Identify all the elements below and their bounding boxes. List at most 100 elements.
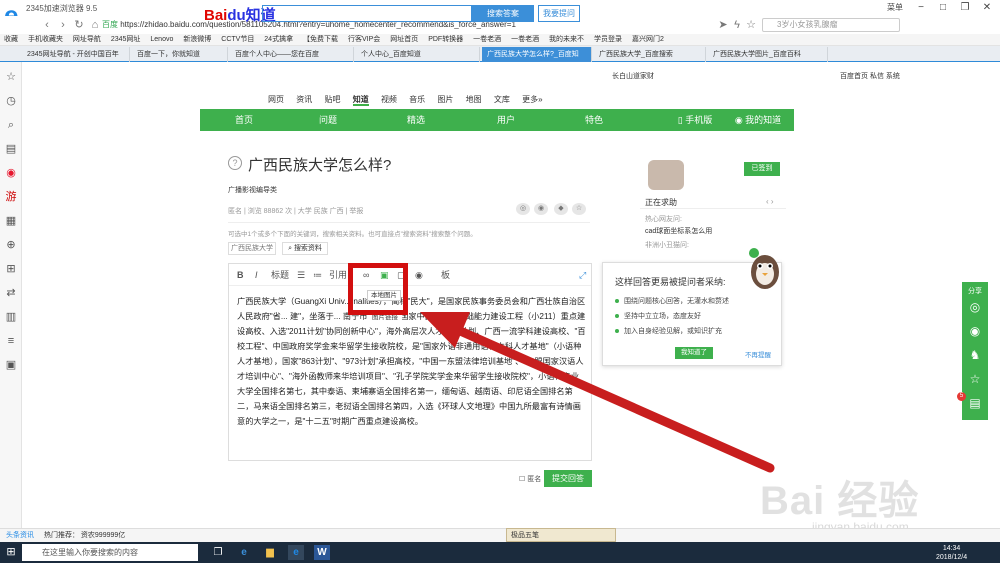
home-icon[interactable]: ⌂ [88, 18, 102, 32]
map-icon[interactable]: ◉ [415, 268, 423, 282]
nav-questions[interactable]: 问题 [308, 109, 348, 131]
nav-map[interactable]: 地图 [466, 95, 482, 104]
tab-2345[interactable]: 2345网址导航 - 开创中国百年 [22, 47, 130, 62]
history-icon[interactable]: ◷ [4, 94, 18, 108]
nav-featured[interactable]: 特色 [574, 109, 614, 131]
nav-my-zhidao[interactable]: ◉ 我的知道 [728, 109, 788, 131]
calculator-icon[interactable]: ▥ [4, 310, 18, 324]
bookmark-item[interactable]: 网址首页 [390, 36, 418, 43]
qq-icon[interactable]: ♞ [962, 348, 988, 362]
table-button[interactable]: 板 [441, 268, 450, 282]
weibo-icon[interactable]: ◉ [962, 324, 988, 338]
maximize-icon[interactable]: □ [932, 0, 954, 16]
tab-baike[interactable]: 广西民族大学图片_百度百科 [708, 47, 828, 62]
task-view-icon[interactable]: ❐ [210, 545, 226, 560]
bookmark-item[interactable]: CCTV节目 [221, 36, 254, 43]
nav-image[interactable]: 图片 [437, 95, 453, 104]
menu-button[interactable]: 菜单 [880, 0, 910, 16]
ask-question-button[interactable]: 我要提问 [538, 5, 580, 22]
baidu-search-input[interactable] [262, 5, 472, 22]
news-icon[interactable]: ▤ [4, 142, 18, 156]
refresh-icon[interactable]: ↻ [72, 18, 86, 32]
bookmark-item[interactable]: 一卷老酒 [473, 36, 501, 43]
windows-start-icon[interactable]: ⊞ [0, 542, 22, 563]
weibo-icon[interactable]: ◉ [4, 166, 18, 180]
hot-text[interactable]: 资农999999亿 [81, 532, 125, 539]
lightning-icon[interactable]: ϟ [730, 18, 744, 32]
nav-users[interactable]: 用户 [486, 109, 526, 131]
minimize-icon[interactable]: − [910, 0, 932, 16]
word-icon[interactable]: W [314, 545, 330, 560]
qq-share-icon[interactable]: ◆ [554, 203, 568, 215]
send-icon[interactable]: ➤ [716, 18, 730, 32]
bookmark-item[interactable]: 我的未来不 [549, 36, 584, 43]
nav-web[interactable]: 网页 [268, 95, 284, 104]
unordered-list-icon[interactable]: ≔ [313, 268, 322, 282]
bookmark-item[interactable]: 行客VIP会 [348, 36, 380, 43]
star-icon[interactable]: ☆ [744, 18, 758, 32]
fullscreen-icon[interactable]: ⤢ [579, 268, 586, 282]
game-icon[interactable]: 游 [4, 190, 18, 204]
explorer-icon[interactable]: ▆ [262, 545, 278, 560]
bookmark-item[interactable]: 学员登录 [594, 36, 622, 43]
wechat-icon[interactable]: ◎ [962, 300, 988, 314]
quote-button[interactable]: 引用 [329, 268, 347, 282]
submit-answer-button[interactable]: 提交回答 [544, 470, 592, 487]
nav-news[interactable]: 资讯 [296, 95, 312, 104]
bookmark-item[interactable]: 【免费下载 [303, 36, 338, 43]
browser-search-input[interactable]: 3岁小女孩乳腺瘤 [762, 18, 900, 32]
task-icon[interactable]: ▤ [962, 396, 988, 410]
weibo-share-icon[interactable]: ◉ [534, 203, 548, 215]
tab-zhidao-personal[interactable]: 个人中心_百度知道 [356, 47, 480, 62]
signed-in-button[interactable]: 已签到 [744, 162, 780, 176]
taskbar-search-input[interactable]: 在这里输入你要搜索的内容 [22, 544, 198, 561]
nav-wenku[interactable]: 文库 [494, 95, 510, 104]
prev-arrow-icon[interactable]: ‹ › [766, 197, 774, 206]
back-icon[interactable]: ‹ [40, 18, 54, 32]
edge-icon[interactable]: e [236, 545, 252, 560]
bookmark-item[interactable]: 收藏 [4, 36, 18, 43]
grid-icon[interactable]: ⊞ [4, 262, 18, 276]
keyword-tag[interactable]: 广西民族大学 [228, 242, 276, 255]
bookmark-item[interactable]: 新浪微博 [183, 36, 211, 43]
nav-mobile[interactable]: ▯ 手机版 [670, 109, 720, 131]
ime-toolbar[interactable]: 极品五笔 [506, 528, 616, 542]
app-icon[interactable]: ▣ [4, 358, 18, 372]
avatar[interactable] [648, 160, 684, 190]
notes-icon[interactable]: ≡ [4, 334, 18, 348]
search-material-button[interactable]: ⌕ 搜索资料 [282, 242, 328, 255]
forward-icon[interactable]: › [56, 18, 70, 32]
system-clock[interactable]: 14:34 2018/12/4 [936, 544, 967, 562]
gamepad-icon[interactable]: ⊕ [4, 238, 18, 252]
nav-more[interactable]: 更多» [522, 95, 542, 104]
favorite-icon[interactable]: ☆ [572, 203, 586, 215]
bookmark-item[interactable]: 2345网址 [111, 36, 141, 43]
bookmark-item[interactable]: PDF转换器 [428, 36, 463, 43]
tab-baidu[interactable]: 百度一下，你就知道 [132, 47, 228, 62]
heading-button[interactable]: 标题 [271, 268, 289, 282]
tab-baidu-personal[interactable]: 百度个人中心——您在百度 [230, 47, 354, 62]
bold-button[interactable]: B [237, 268, 244, 282]
anonymous-checkbox[interactable]: ☐ 匿名 [519, 474, 541, 484]
star-icon[interactable]: ☆ [962, 372, 988, 386]
no-remind-link[interactable]: 不再提醒 [745, 349, 771, 359]
bookmark-item[interactable]: 手机收藏夹 [28, 36, 63, 43]
wechat-share-icon[interactable]: ◎ [516, 203, 530, 215]
help-question-link[interactable]: cad球面坐标系怎么用 [645, 226, 712, 236]
got-it-button[interactable]: 我知道了 [675, 347, 713, 359]
bookmark-item[interactable]: Lenovo [150, 36, 173, 43]
tab-search[interactable]: 广西民族大学_百度搜索 [594, 47, 706, 62]
user-link[interactable]: 长白山道家财 [612, 71, 654, 81]
bookmark-item[interactable]: 网址导航 [73, 36, 101, 43]
translate-icon[interactable]: ⇄ [4, 286, 18, 300]
restore-icon[interactable]: ❐ [954, 0, 976, 16]
nav-video[interactable]: 视频 [381, 95, 397, 104]
italic-button[interactable]: I [255, 268, 258, 282]
header-links[interactable]: 百度首页 私信 系统 [840, 71, 900, 81]
bookmark-item[interactable]: 嘉兴网门2 [632, 36, 664, 43]
nav-tieba[interactable]: 贴吧 [324, 95, 340, 104]
calendar-icon[interactable]: ▦ [4, 214, 18, 228]
headline-news[interactable]: 头条资讯 [6, 532, 34, 539]
nav-zhidao[interactable]: 知道 [352, 95, 369, 106]
bookmark-item[interactable]: 一卷老酒 [511, 36, 539, 43]
